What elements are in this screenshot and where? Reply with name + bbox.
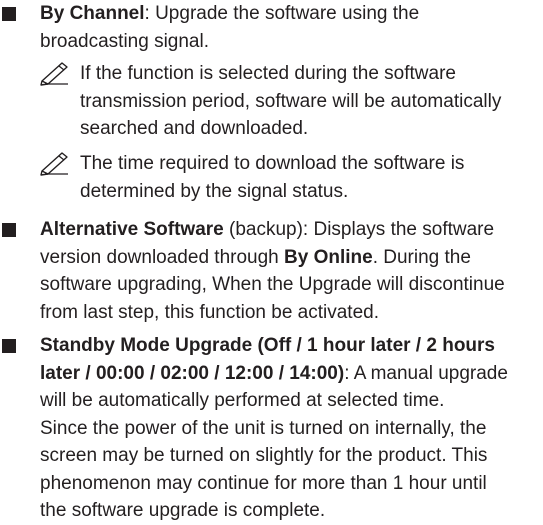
- item-desc: : Upgrade the software using the: [144, 3, 420, 24]
- item-term: By Channel: [40, 3, 145, 24]
- bullet-square-icon: [2, 339, 16, 353]
- item-desc: . During the: [372, 246, 471, 268]
- item-line: software upgrading, When the Upgrade wil…: [40, 274, 505, 295]
- note-line: If the function is selected during the s…: [80, 63, 456, 84]
- bullet-square-icon: [2, 7, 16, 21]
- item-line: Since the power of the unit is turned on…: [40, 417, 487, 439]
- item-line: Alternative Software (backup): Displays …: [40, 216, 543, 244]
- item-desc: : A manual upgrade: [344, 362, 508, 384]
- note-line: searched and downloaded.: [80, 118, 309, 139]
- item-line: By Channel: Upgrade the software using t…: [40, 0, 543, 28]
- note-text: The time required to download the softwa…: [80, 150, 543, 205]
- note-line: The time required to download the softwa…: [80, 153, 465, 174]
- item-desc: (backup): Displays the software: [223, 219, 495, 240]
- bullet-square-icon: [2, 223, 16, 237]
- note-pencil-icon: [40, 152, 68, 176]
- manual-page: By Channel: Upgrade the software using t…: [0, 0, 543, 521]
- item-line: will be automatically performed at selec…: [40, 390, 445, 411]
- note-line: transmission period, software will be au…: [80, 90, 502, 112]
- item-line: from last step, this function be activat…: [40, 301, 380, 323]
- item-term: later / 00:00 / 02:00 / 12:00 / 14:00): [40, 362, 345, 384]
- item-desc: version downloaded through: [40, 246, 285, 268]
- note-pencil-icon: [40, 62, 68, 86]
- item-line: screen may be turned on slightly for the…: [40, 445, 488, 466]
- item-line: broadcasting signal.: [40, 30, 209, 52]
- item-line: the software upgrade is complete.: [40, 500, 326, 521]
- item-line: phenomenon may continue for more than 1 …: [40, 472, 487, 494]
- item-line: later / 00:00 / 02:00 / 12:00 / 14:00): …: [40, 360, 543, 388]
- item-term: Alternative Software: [40, 219, 224, 240]
- item-line: version downloaded through By Online. Du…: [40, 244, 543, 272]
- item-text: Standby Mode Upgrade (Off / 1 hour later…: [40, 332, 543, 525]
- item-term: Standby Mode Upgrade (Off / 1 hour later…: [40, 335, 495, 356]
- note-line: determined by the signal status.: [80, 180, 349, 202]
- item-text: By Channel: Upgrade the software using t…: [40, 0, 543, 55]
- item-text: Alternative Software (backup): Displays …: [40, 216, 543, 326]
- note-text: If the function is selected during the s…: [80, 60, 543, 143]
- item-term-inline: By Online: [284, 246, 373, 268]
